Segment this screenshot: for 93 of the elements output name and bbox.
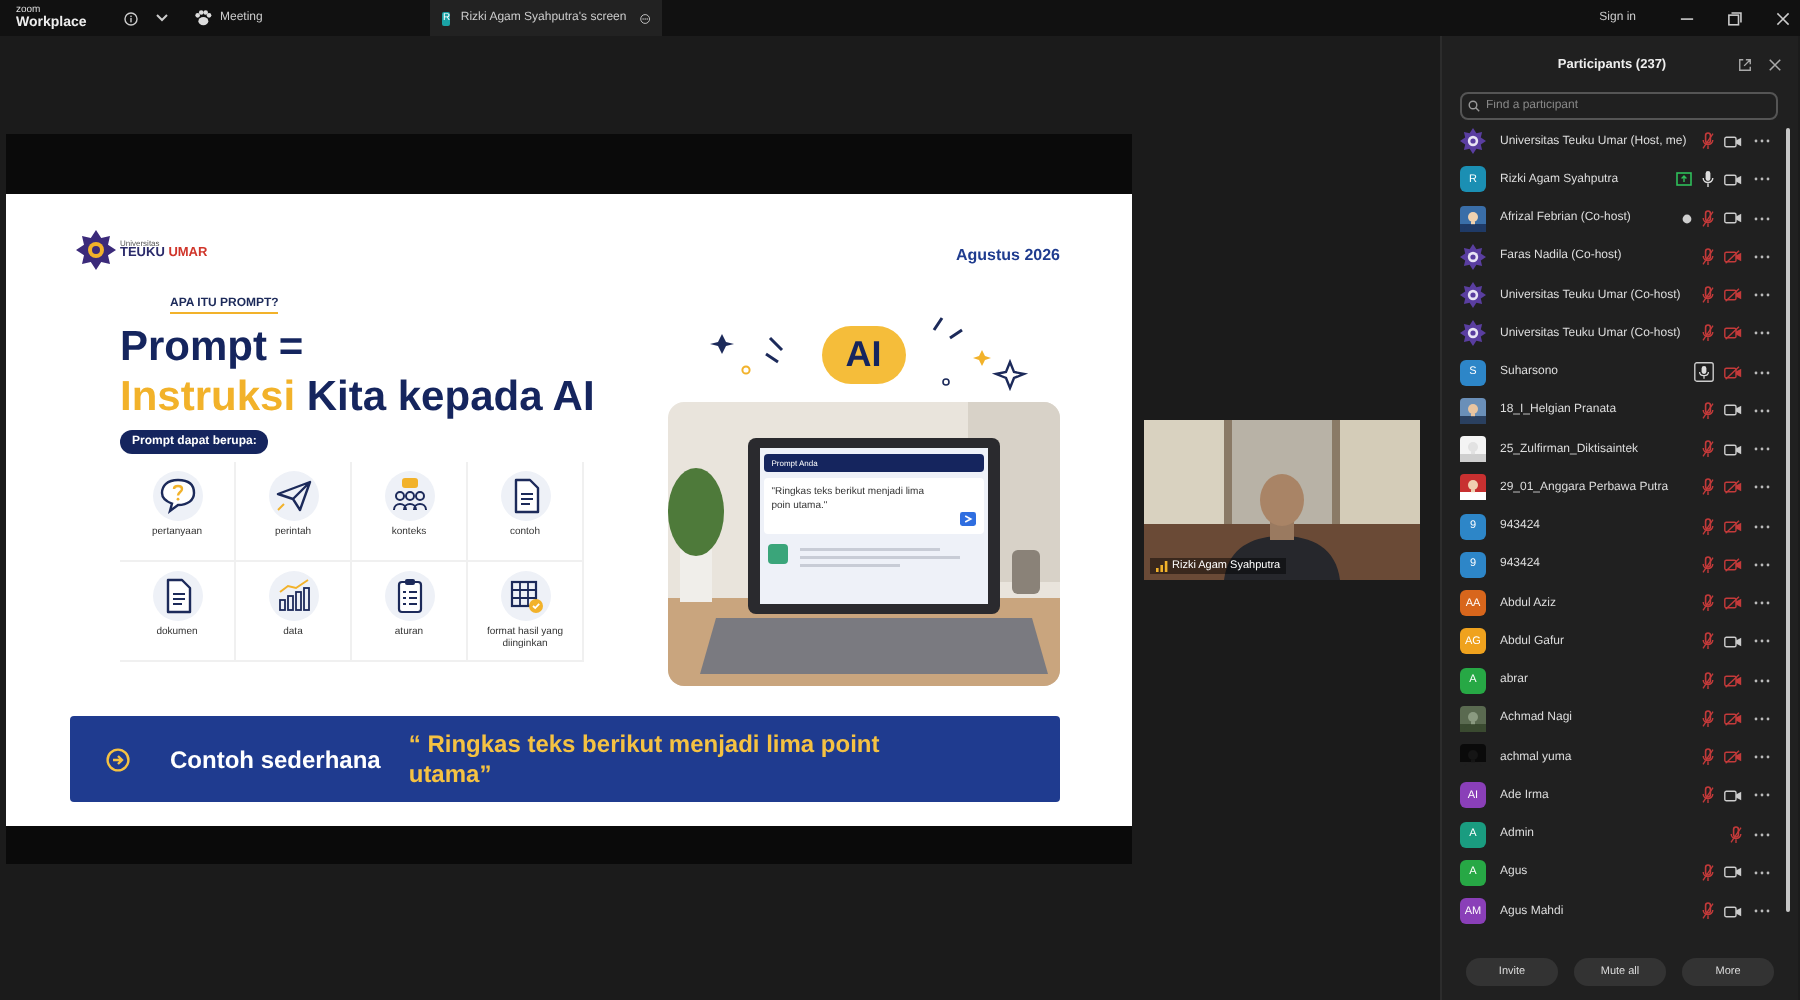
video-camera-icon[interactable]	[1724, 173, 1742, 186]
more-icon[interactable]	[1754, 484, 1770, 491]
mic-muted-icon[interactable]	[1702, 324, 1714, 343]
mic-muted-icon[interactable]	[1702, 132, 1714, 151]
slide-title: Prompt =	[120, 322, 304, 373]
video-camera-icon[interactable]	[1724, 789, 1742, 802]
video-off-icon[interactable]	[1724, 326, 1742, 341]
mic-muted-icon[interactable]	[1702, 440, 1714, 459]
arrow-right-icon	[106, 747, 130, 771]
ai-bubble: AI	[821, 325, 906, 383]
mic-icon[interactable]	[1702, 170, 1714, 189]
video-off-icon[interactable]	[1724, 711, 1742, 726]
pop-out-icon[interactable]	[1738, 57, 1752, 71]
more-icon[interactable]	[1754, 715, 1770, 722]
more-icon[interactable]	[1754, 292, 1770, 299]
slide-title: Instruksi Kita kepada AI	[120, 372, 595, 423]
mic-muted-icon[interactable]	[1702, 555, 1714, 574]
mic-muted-icon[interactable]	[1702, 517, 1714, 536]
video-off-icon[interactable]	[1724, 596, 1742, 611]
emblem-icon	[76, 230, 116, 270]
mic-muted-icon[interactable]	[1702, 671, 1714, 690]
banner-label: Contoh sederhana	[170, 745, 381, 773]
mic-muted-icon[interactable]	[1702, 748, 1714, 767]
video-camera-icon[interactable]	[1724, 866, 1742, 879]
emblem-icon	[1460, 320, 1486, 347]
more-icon[interactable]	[1754, 138, 1770, 145]
video-off-icon[interactable]	[1724, 365, 1742, 380]
mic-muted-icon[interactable]	[1702, 286, 1714, 305]
more-icon[interactable]	[1754, 253, 1770, 260]
speaking-mic-icon[interactable]	[1694, 362, 1714, 383]
video-camera-icon[interactable]	[1724, 905, 1742, 918]
more-icon[interactable]	[1754, 369, 1770, 376]
mic-muted-icon[interactable]	[1702, 902, 1714, 921]
send-icon	[959, 512, 976, 526]
maximize-icon[interactable]	[1728, 11, 1742, 25]
question-icon	[151, 470, 203, 523]
more-icon[interactable]	[1754, 446, 1770, 453]
chart-icon	[267, 570, 319, 623]
video-off-icon[interactable]	[1724, 750, 1742, 765]
more-icon[interactable]	[1754, 176, 1770, 183]
slide-date: Agustus 2026	[955, 246, 1060, 264]
clipboard-icon	[383, 570, 435, 623]
video-camera-icon[interactable]	[1724, 635, 1742, 648]
mic-muted-icon[interactable]	[1702, 209, 1714, 228]
more-icon[interactable]	[1754, 523, 1770, 530]
mic-muted-icon[interactable]	[1702, 401, 1714, 420]
more-icon[interactable]	[1754, 561, 1770, 568]
mic-muted-icon[interactable]	[1702, 709, 1714, 728]
people-icon	[383, 470, 435, 523]
video-camera-icon[interactable]	[1724, 443, 1742, 456]
video-off-icon[interactable]	[1724, 249, 1742, 264]
mic-muted-icon[interactable]	[1702, 786, 1714, 805]
video-off-icon[interactable]	[1724, 480, 1742, 495]
video-off-icon[interactable]	[1724, 673, 1742, 688]
signal-icon	[1156, 560, 1168, 572]
more-icon[interactable]	[1754, 869, 1770, 876]
video-off-icon[interactable]	[1724, 288, 1742, 303]
mic-muted-icon[interactable]	[1702, 247, 1714, 266]
mic-muted-icon[interactable]	[1702, 632, 1714, 651]
send-icon	[267, 470, 319, 523]
mic-muted-icon[interactable]	[1702, 863, 1714, 882]
more-icon[interactable]	[1754, 407, 1770, 414]
search-icon	[1468, 100, 1480, 112]
chevron-down-icon[interactable]	[156, 14, 168, 22]
emblem-icon	[1460, 128, 1486, 155]
video-off-icon[interactable]	[1724, 519, 1742, 534]
close-icon[interactable]	[1768, 57, 1782, 71]
banner-quote: “ Ringkas teks berikut menjadi lima point utama”	[408, 729, 882, 789]
more-icon[interactable]	[1754, 792, 1770, 799]
mic-muted-icon[interactable]	[1730, 825, 1742, 844]
video-off-icon[interactable]	[1724, 557, 1742, 572]
more-icon[interactable]	[1754, 677, 1770, 684]
table-icon	[499, 570, 551, 623]
more-icon[interactable]	[1754, 754, 1770, 761]
close-icon[interactable]	[1776, 11, 1790, 25]
mic-muted-icon[interactable]	[1702, 478, 1714, 497]
more-icon[interactable]	[1754, 330, 1770, 337]
document-icon	[499, 470, 551, 523]
more-icon[interactable]	[1754, 831, 1770, 838]
paw-icon	[194, 10, 212, 26]
video-camera-icon[interactable]	[1724, 135, 1742, 148]
mic-muted-icon[interactable]	[1702, 594, 1714, 613]
emblem-icon	[1460, 282, 1486, 309]
more-icon[interactable]	[640, 9, 651, 27]
more-icon[interactable]	[1754, 215, 1770, 222]
file-icon	[151, 570, 203, 623]
info-icon[interactable]	[124, 11, 138, 25]
more-icon[interactable]	[1754, 908, 1770, 915]
video-camera-icon[interactable]	[1724, 404, 1742, 417]
more-icon[interactable]	[1754, 638, 1770, 645]
emblem-icon	[1460, 243, 1486, 270]
video-camera-icon[interactable]	[1724, 212, 1742, 225]
more-icon[interactable]	[1754, 600, 1770, 607]
